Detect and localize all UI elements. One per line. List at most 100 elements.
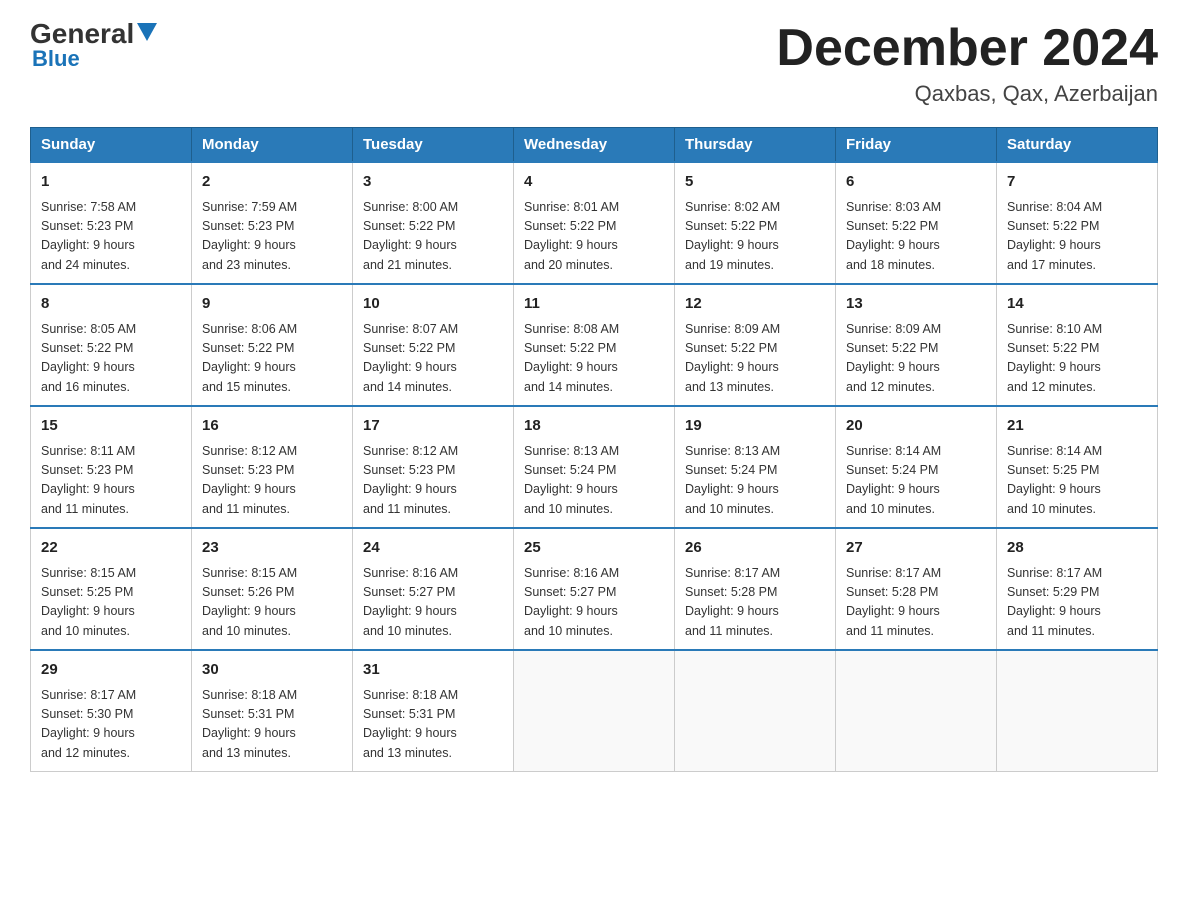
- day-info: Sunrise: 8:09 AMSunset: 5:22 PMDaylight:…: [685, 320, 825, 398]
- day-number: 12: [685, 293, 825, 316]
- logo-general-text: General: [30, 20, 134, 48]
- day-info: Sunrise: 8:17 AMSunset: 5:29 PMDaylight:…: [1007, 564, 1147, 642]
- day-number: 19: [685, 415, 825, 438]
- calendar-cell: 28 Sunrise: 8:17 AMSunset: 5:29 PMDayligh…: [997, 528, 1158, 650]
- day-info: Sunrise: 8:16 AMSunset: 5:27 PMDaylight:…: [363, 564, 503, 642]
- day-info: Sunrise: 8:07 AMSunset: 5:22 PMDaylight:…: [363, 320, 503, 398]
- weekday-header-monday: Monday: [192, 128, 353, 163]
- logo-triangle-icon: [137, 23, 157, 43]
- calendar-cell: 21 Sunrise: 8:14 AMSunset: 5:25 PMDayligh…: [997, 406, 1158, 528]
- weekday-header-thursday: Thursday: [675, 128, 836, 163]
- calendar-week-row: 22 Sunrise: 8:15 AMSunset: 5:25 PMDayligh…: [31, 528, 1158, 650]
- month-title: December 2024: [776, 20, 1158, 77]
- calendar-cell: 14Sunrise: 8:10 AMSunset: 5:22 PMDayligh…: [997, 284, 1158, 406]
- calendar-cell: [675, 650, 836, 772]
- day-info: Sunrise: 8:14 AMSunset: 5:24 PMDaylight:…: [846, 442, 986, 520]
- calendar-cell: 27 Sunrise: 8:17 AMSunset: 5:28 PMDayligh…: [836, 528, 997, 650]
- day-info: Sunrise: 8:06 AMSunset: 5:22 PMDaylight:…: [202, 320, 342, 398]
- day-number: 13: [846, 293, 986, 316]
- day-info: Sunrise: 8:17 AMSunset: 5:28 PMDaylight:…: [685, 564, 825, 642]
- day-number: 18: [524, 415, 664, 438]
- logo-blue-text: Blue: [32, 46, 80, 72]
- day-info: Sunrise: 8:18 AMSunset: 5:31 PMDaylight:…: [202, 686, 342, 764]
- calendar-week-row: 15Sunrise: 8:11 AMSunset: 5:23 PMDayligh…: [31, 406, 1158, 528]
- day-number: 20: [846, 415, 986, 438]
- calendar-cell: [997, 650, 1158, 772]
- logo: General Blue: [30, 20, 157, 72]
- calendar-cell: 17 Sunrise: 8:12 AMSunset: 5:23 PMDayligh…: [353, 406, 514, 528]
- weekday-header-tuesday: Tuesday: [353, 128, 514, 163]
- day-info: Sunrise: 8:17 AMSunset: 5:30 PMDaylight:…: [41, 686, 181, 764]
- day-info: Sunrise: 8:16 AMSunset: 5:27 PMDaylight:…: [524, 564, 664, 642]
- calendar-body: 1 Sunrise: 7:58 AMSunset: 5:23 PMDaylight…: [31, 162, 1158, 772]
- calendar-cell: [514, 650, 675, 772]
- calendar-cell: 13 Sunrise: 8:09 AMSunset: 5:22 PMDayligh…: [836, 284, 997, 406]
- calendar-cell: 15Sunrise: 8:11 AMSunset: 5:23 PMDayligh…: [31, 406, 192, 528]
- day-info: Sunrise: 8:01 AMSunset: 5:22 PMDaylight:…: [524, 198, 664, 276]
- day-number: 16: [202, 415, 342, 438]
- calendar-cell: 23Sunrise: 8:15 AMSunset: 5:26 PMDayligh…: [192, 528, 353, 650]
- day-info: Sunrise: 8:17 AMSunset: 5:28 PMDaylight:…: [846, 564, 986, 642]
- calendar-cell: 2Sunrise: 7:59 AMSunset: 5:23 PMDaylight…: [192, 162, 353, 284]
- day-info: Sunrise: 7:58 AMSunset: 5:23 PMDaylight:…: [41, 198, 181, 276]
- calendar-table: SundayMondayTuesdayWednesdayThursdayFrid…: [30, 127, 1158, 772]
- calendar-cell: 24 Sunrise: 8:16 AMSunset: 5:27 PMDayligh…: [353, 528, 514, 650]
- day-number: 6: [846, 171, 986, 194]
- day-number: 4: [524, 171, 664, 194]
- day-info: Sunrise: 8:18 AMSunset: 5:31 PMDaylight:…: [363, 686, 503, 764]
- calendar-cell: [836, 650, 997, 772]
- location-text: Qaxbas, Qax, Azerbaijan: [776, 81, 1158, 107]
- calendar-cell: 8 Sunrise: 8:05 AMSunset: 5:22 PMDaylight…: [31, 284, 192, 406]
- day-number: 1: [41, 171, 181, 194]
- day-info: Sunrise: 8:08 AMSunset: 5:22 PMDaylight:…: [524, 320, 664, 398]
- day-info: Sunrise: 8:14 AMSunset: 5:25 PMDaylight:…: [1007, 442, 1147, 520]
- day-number: 30: [202, 659, 342, 682]
- calendar-cell: 4 Sunrise: 8:01 AMSunset: 5:22 PMDaylight…: [514, 162, 675, 284]
- day-info: Sunrise: 8:00 AMSunset: 5:22 PMDaylight:…: [363, 198, 503, 276]
- day-number: 10: [363, 293, 503, 316]
- calendar-cell: 18 Sunrise: 8:13 AMSunset: 5:24 PMDayligh…: [514, 406, 675, 528]
- weekday-header-wednesday: Wednesday: [514, 128, 675, 163]
- day-number: 31: [363, 659, 503, 682]
- day-number: 11: [524, 293, 664, 316]
- calendar-cell: 22 Sunrise: 8:15 AMSunset: 5:25 PMDayligh…: [31, 528, 192, 650]
- calendar-cell: 9 Sunrise: 8:06 AMSunset: 5:22 PMDaylight…: [192, 284, 353, 406]
- day-info: Sunrise: 8:13 AMSunset: 5:24 PMDaylight:…: [524, 442, 664, 520]
- weekday-header-sunday: Sunday: [31, 128, 192, 163]
- day-info: Sunrise: 7:59 AMSunset: 5:23 PMDaylight:…: [202, 198, 342, 276]
- day-number: 24: [363, 537, 503, 560]
- day-number: 27: [846, 537, 986, 560]
- day-number: 29: [41, 659, 181, 682]
- calendar-cell: 30 Sunrise: 8:18 AMSunset: 5:31 PMDayligh…: [192, 650, 353, 772]
- calendar-week-row: 1 Sunrise: 7:58 AMSunset: 5:23 PMDaylight…: [31, 162, 1158, 284]
- day-info: Sunrise: 8:09 AMSunset: 5:22 PMDaylight:…: [846, 320, 986, 398]
- weekday-header-friday: Friday: [836, 128, 997, 163]
- day-number: 14: [1007, 293, 1147, 316]
- calendar-cell: 12 Sunrise: 8:09 AMSunset: 5:22 PMDayligh…: [675, 284, 836, 406]
- day-number: 26: [685, 537, 825, 560]
- day-info: Sunrise: 8:13 AMSunset: 5:24 PMDaylight:…: [685, 442, 825, 520]
- day-number: 21: [1007, 415, 1147, 438]
- day-number: 3: [363, 171, 503, 194]
- day-number: 17: [363, 415, 503, 438]
- calendar-cell: 7Sunrise: 8:04 AMSunset: 5:22 PMDaylight…: [997, 162, 1158, 284]
- day-number: 28: [1007, 537, 1147, 560]
- calendar-cell: 10 Sunrise: 8:07 AMSunset: 5:22 PMDayligh…: [353, 284, 514, 406]
- day-number: 9: [202, 293, 342, 316]
- page-header: General Blue December 2024 Qaxbas, Qax, …: [30, 20, 1158, 107]
- day-info: Sunrise: 8:12 AMSunset: 5:23 PMDaylight:…: [363, 442, 503, 520]
- day-number: 15: [41, 415, 181, 438]
- day-info: Sunrise: 8:05 AMSunset: 5:22 PMDaylight:…: [41, 320, 181, 398]
- day-info: Sunrise: 8:03 AMSunset: 5:22 PMDaylight:…: [846, 198, 986, 276]
- calendar-cell: 5Sunrise: 8:02 AMSunset: 5:22 PMDaylight…: [675, 162, 836, 284]
- day-info: Sunrise: 8:02 AMSunset: 5:22 PMDaylight:…: [685, 198, 825, 276]
- day-number: 8: [41, 293, 181, 316]
- day-number: 7: [1007, 171, 1147, 194]
- day-info: Sunrise: 8:15 AMSunset: 5:26 PMDaylight:…: [202, 564, 342, 642]
- weekday-header-row: SundayMondayTuesdayWednesdayThursdayFrid…: [31, 128, 1158, 163]
- day-info: Sunrise: 8:12 AMSunset: 5:23 PMDaylight:…: [202, 442, 342, 520]
- calendar-cell: 29 Sunrise: 8:17 AMSunset: 5:30 PMDayligh…: [31, 650, 192, 772]
- calendar-cell: 6 Sunrise: 8:03 AMSunset: 5:22 PMDaylight…: [836, 162, 997, 284]
- day-number: 22: [41, 537, 181, 560]
- day-info: Sunrise: 8:15 AMSunset: 5:25 PMDaylight:…: [41, 564, 181, 642]
